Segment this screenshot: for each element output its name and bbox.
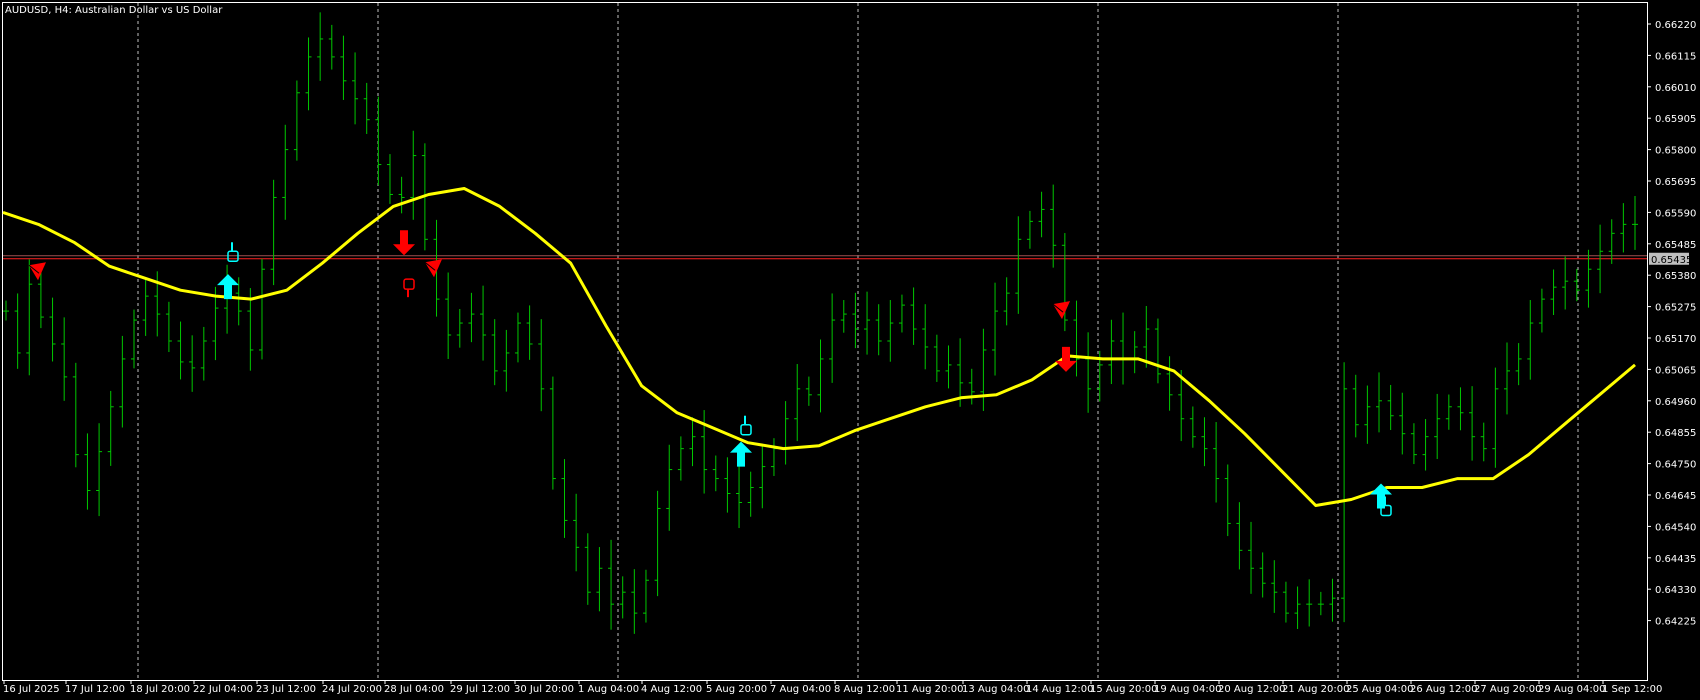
y-tick-label: 0.65695 bbox=[1655, 177, 1696, 188]
x-tick-label: 1 Sep 12:00 bbox=[1602, 684, 1662, 695]
y-tick-label: 0.65275 bbox=[1655, 303, 1696, 314]
x-tick-label: 14 Aug 12:00 bbox=[1026, 684, 1093, 695]
y-tick-label: 0.65905 bbox=[1655, 114, 1696, 125]
x-tick-label: 11 Aug 20:00 bbox=[896, 684, 963, 695]
x-tick-label: 26 Aug 12:00 bbox=[1410, 684, 1477, 695]
y-tick-label: 0.65380 bbox=[1655, 271, 1696, 282]
chart-title: AUDUSD, H4: Australian Dollar vs US Doll… bbox=[5, 5, 223, 16]
x-tick-label: 30 Jul 20:00 bbox=[514, 684, 574, 695]
x-tick-label: 27 Aug 20:00 bbox=[1474, 684, 1541, 695]
y-tick-label: 0.65485 bbox=[1655, 240, 1696, 251]
y-tick-label: 0.65800 bbox=[1655, 146, 1696, 157]
price-chart[interactable]: AUDUSD, H4: Australian Dollar vs US Doll… bbox=[0, 0, 1700, 700]
x-tick-label: 29 Aug 04:00 bbox=[1538, 684, 1605, 695]
x-tick-label: 15 Aug 20:00 bbox=[1090, 684, 1157, 695]
x-tick-label: 16 Jul 2025 bbox=[3, 684, 60, 695]
y-tick-label: 0.64645 bbox=[1655, 491, 1696, 502]
x-tick-label: 17 Jul 12:00 bbox=[65, 684, 125, 695]
y-tick-label: 0.64750 bbox=[1655, 460, 1696, 471]
x-tick-label: 13 Aug 04:00 bbox=[962, 684, 1029, 695]
x-tick-label: 28 Jul 04:00 bbox=[384, 684, 444, 695]
x-tick-label: 20 Aug 12:00 bbox=[1218, 684, 1285, 695]
y-tick-label: 0.64960 bbox=[1655, 397, 1696, 408]
x-tick-label: 18 Jul 20:00 bbox=[130, 684, 190, 695]
y-tick-label: 0.64225 bbox=[1655, 617, 1696, 628]
y-tick-label: 0.64855 bbox=[1655, 428, 1696, 439]
x-tick-label: 5 Aug 20:00 bbox=[706, 684, 767, 695]
x-tick-label: 8 Aug 12:00 bbox=[834, 684, 895, 695]
x-tick-label: 25 Aug 04:00 bbox=[1346, 684, 1413, 695]
y-tick-label: 0.66115 bbox=[1655, 51, 1696, 62]
y-tick-label: 0.66010 bbox=[1655, 83, 1696, 94]
y-tick-label: 0.65590 bbox=[1655, 208, 1696, 219]
y-tick-label: 0.64435 bbox=[1655, 554, 1696, 565]
x-tick-label: 19 Aug 04:00 bbox=[1154, 684, 1221, 695]
x-tick-label: 1 Aug 04:00 bbox=[578, 684, 639, 695]
x-tick-label: 7 Aug 04:00 bbox=[770, 684, 831, 695]
y-tick-label: 0.64540 bbox=[1655, 522, 1696, 533]
bid-price-label: 0.65435 bbox=[1649, 252, 1692, 266]
x-tick-label: 4 Aug 12:00 bbox=[641, 684, 702, 695]
chart-background bbox=[0, 0, 1700, 700]
x-tick-label: 21 Aug 20:00 bbox=[1282, 684, 1349, 695]
x-tick-label: 29 Jul 12:00 bbox=[450, 684, 510, 695]
x-tick-label: 23 Jul 12:00 bbox=[256, 684, 316, 695]
x-tick-label: 24 Jul 20:00 bbox=[322, 684, 382, 695]
x-tick-label: 22 Jul 04:00 bbox=[193, 684, 253, 695]
y-tick-label: 0.65170 bbox=[1655, 334, 1696, 345]
y-tick-label: 0.66220 bbox=[1655, 20, 1696, 31]
y-tick-label: 0.65065 bbox=[1655, 365, 1696, 376]
y-tick-label: 0.64330 bbox=[1655, 585, 1696, 596]
bid-price-text: 0.65435 bbox=[1651, 255, 1692, 266]
